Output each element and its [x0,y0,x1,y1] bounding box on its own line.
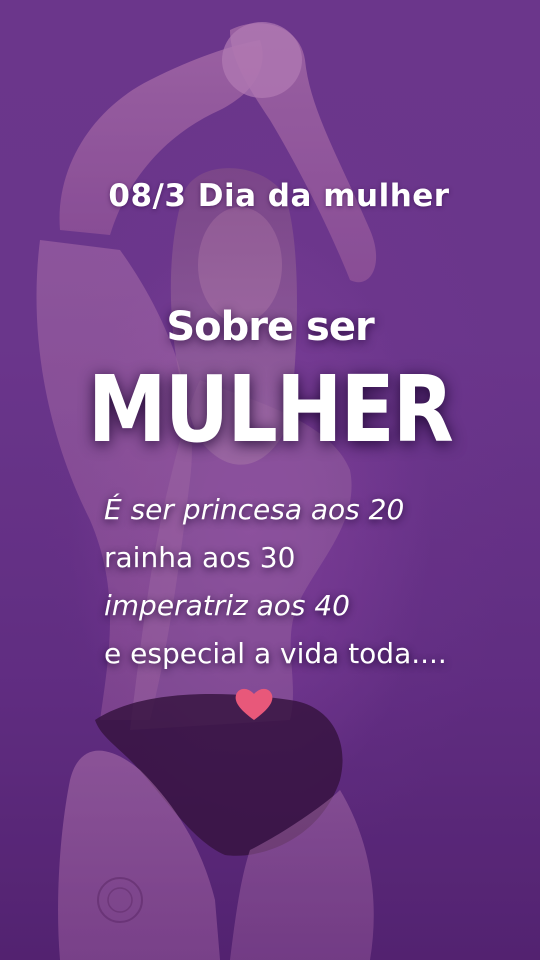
message-line: imperatriz aos 40 [104,589,350,622]
heart-icon [235,688,273,720]
headline-small: Sobre ser [166,304,374,350]
story-frame: 08/3 Dia da mulher Sobre ser MULHER É se… [0,0,540,960]
message-line: É ser princesa aos 20 [104,493,405,526]
headline-big: MULHER [87,356,454,463]
date-subtitle: 08/3 Dia da mulher [108,178,450,214]
message-lines: É ser princesa aos 20 rainha aos 30 impe… [104,486,534,678]
message-line: e especial a vida toda.... [104,637,447,670]
message-line: rainha aos 30 [104,541,296,574]
purple-tint-overlay [0,0,540,960]
